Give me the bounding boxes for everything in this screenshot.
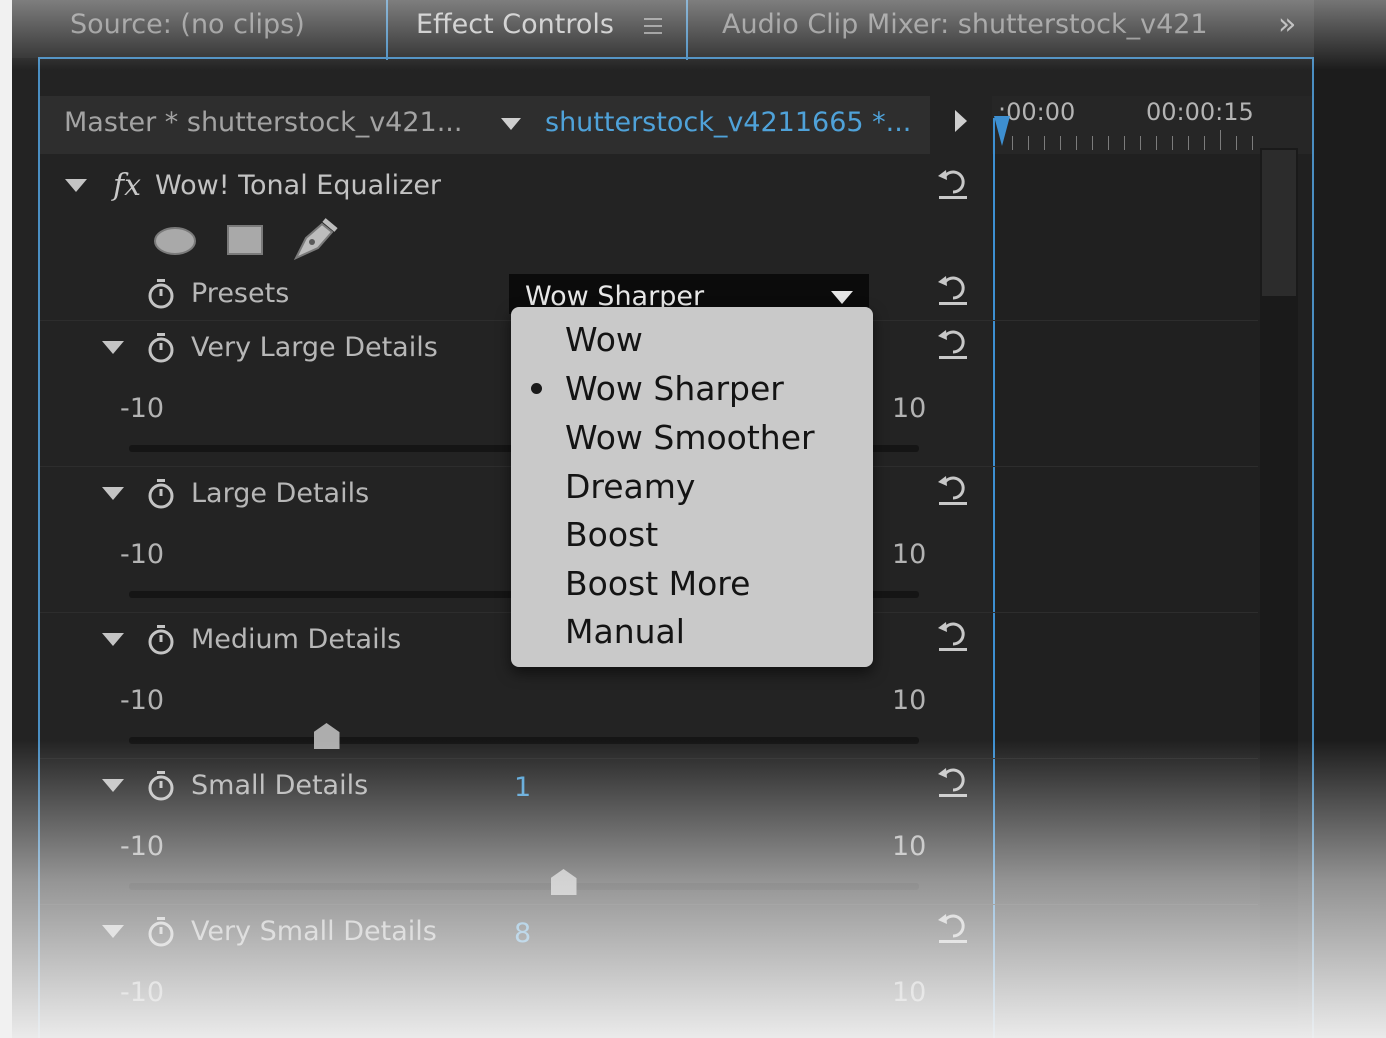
playhead[interactable] [993,118,995,1038]
property-label: Very Large Details [191,332,438,363]
reset-icon[interactable] [935,618,971,652]
overflow-label: » [1278,7,1297,42]
property-label: Very Small Details [191,916,437,947]
effect-controls-window: Source: (no clips) Effect Controls Audio… [12,0,1386,1038]
time-ruler[interactable]: ;00:00 00:00:15 [992,96,1312,154]
presets-label: Presets [191,278,290,309]
stopwatch-icon[interactable] [147,333,175,363]
scrollbar-thumb[interactable] [1262,150,1296,296]
slider-thumb[interactable] [550,869,577,895]
effect-name: Wow! Tonal Equalizer [155,170,442,201]
stopwatch-icon[interactable] [147,917,175,947]
playhead-handle[interactable] [994,116,1010,146]
collapse-triangle-icon[interactable] [65,179,87,192]
slider-max-label: 10 [892,393,927,424]
adjacent-panel [1314,0,1386,1038]
tab-audio-clip-mixer-label: Audio Clip Mixer: shutterstock_v421 [722,9,1208,40]
stopwatch-icon[interactable] [147,279,175,309]
collapse-triangle-icon[interactable] [102,341,124,354]
property-value[interactable]: 1 [514,768,531,808]
fx-badge[interactable]: fx [113,166,141,206]
menu-item-dreamy[interactable]: Dreamy [565,462,695,511]
slider-min-label: -10 [120,685,165,716]
property-label: Small Details [191,770,369,801]
menu-item-boost-more[interactable]: Boost More [565,559,750,608]
collapse-triangle-icon[interactable] [102,633,124,646]
stopwatch-icon[interactable] [147,625,175,655]
slider-min-label: -10 [120,977,165,1008]
slider-min-label: -10 [120,831,165,862]
tab-source-label: Source: (no clips) [70,9,305,40]
ellipse-mask-icon[interactable] [153,226,197,256]
property-label: Medium Details [191,624,402,655]
property-label: Large Details [191,478,370,509]
tab-source[interactable]: Source: (no clips) [70,0,380,58]
slider-min-label: -10 [120,393,165,424]
slider-min-label: -10 [120,539,165,570]
slider-max-label: 10 [892,539,927,570]
collapse-triangle-icon[interactable] [102,779,124,792]
hamburger-icon[interactable] [644,18,662,34]
slider-track[interactable] [129,737,919,744]
clip-header: Master * shutterstock_v421... shuttersto… [40,96,930,154]
slider-max-label: 10 [892,977,927,1008]
menu-item-manual[interactable]: Manual [565,607,685,656]
double-chevron-right-icon[interactable]: » [1278,0,1308,58]
presets-menu: Wow Wow Sharper Wow Smoother Dreamy Boos… [511,307,873,667]
chevron-down-icon[interactable] [501,118,521,130]
menu-item-wow-sharper[interactable]: Wow Sharper [565,364,784,413]
reset-icon[interactable] [935,472,971,506]
menu-item-wow-smoother[interactable]: Wow Smoother [565,413,815,462]
rectangle-mask-icon[interactable] [226,224,264,256]
reset-icon[interactable] [935,272,971,306]
panel-tab-strip: Source: (no clips) Effect Controls Audio… [12,0,1386,60]
chevron-down-icon[interactable] [831,291,853,304]
menu-item-wow[interactable]: Wow [565,315,643,364]
stopwatch-icon[interactable] [147,771,175,801]
pen-mask-icon[interactable] [292,218,338,262]
reset-icon[interactable] [935,166,971,200]
master-clip-label[interactable]: Master * shutterstock_v421... [64,96,462,150]
slider-max-label: 10 [892,685,927,716]
play-icon[interactable] [955,110,967,132]
ruler-mid-time: 00:00:15 [1146,98,1254,126]
tab-audio-clip-mixer[interactable]: Audio Clip Mixer: shutterstock_v421 [722,0,1214,58]
collapse-triangle-icon[interactable] [102,487,124,500]
tab-divider [686,0,688,60]
reset-icon[interactable] [935,326,971,360]
tab-divider [386,0,388,60]
selected-bullet-icon [531,383,542,394]
reset-icon[interactable] [935,764,971,798]
clip-name-label[interactable]: shutterstock_v4211665 *... [545,96,911,150]
slider-thumb[interactable] [313,723,340,749]
menu-item-boost[interactable]: Boost [565,510,658,559]
tab-effect-controls-label: Effect Controls [416,9,614,40]
active-panel-border [38,57,1314,59]
slider-max-label: 10 [892,831,927,862]
tab-effect-controls[interactable]: Effect Controls [416,0,676,58]
stopwatch-icon[interactable] [147,479,175,509]
reset-icon[interactable] [935,910,971,944]
slider-track[interactable] [129,883,919,890]
property-value[interactable]: 8 [514,914,531,954]
collapse-triangle-icon[interactable] [102,925,124,938]
panel-border-left [38,57,40,1038]
